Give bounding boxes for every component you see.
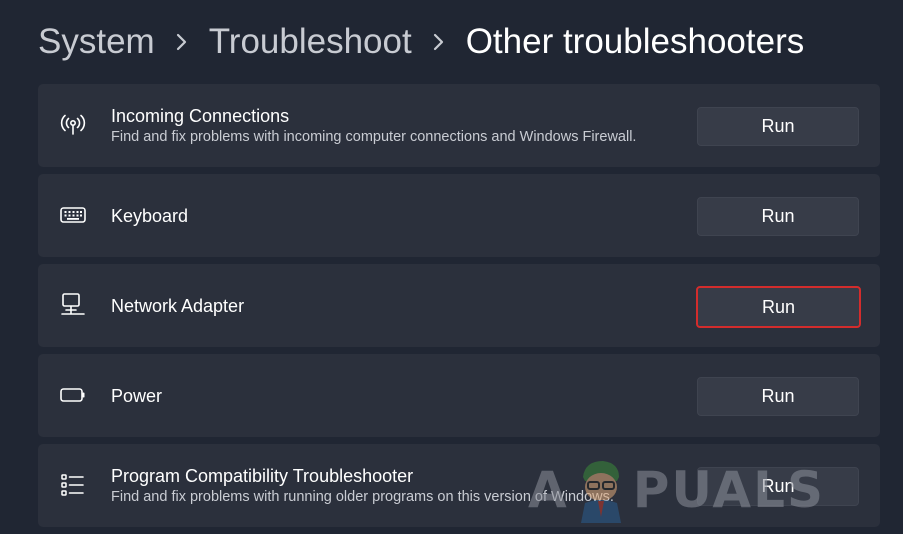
troubleshooter-program-compatibility: Program Compatibility Troubleshooter Fin…	[38, 444, 880, 527]
battery-icon	[60, 382, 86, 408]
checklist-icon	[60, 472, 86, 498]
troubleshooter-text: Network Adapter	[111, 264, 660, 347]
troubleshooter-title: Power	[111, 385, 163, 406]
breadcrumb-troubleshoot[interactable]: Troubleshoot	[209, 22, 412, 62]
troubleshooter-text: Power	[111, 354, 660, 437]
troubleshooter-description: Find and fix problems with running older…	[111, 488, 614, 505]
run-keyboard-button[interactable]: Run	[697, 197, 859, 236]
run-network-adapter-button[interactable]: Run	[696, 286, 861, 328]
keyboard-icon	[60, 202, 86, 228]
chevron-right-icon	[412, 18, 466, 66]
run-power-button[interactable]: Run	[697, 377, 859, 416]
broadcast-icon	[60, 112, 86, 138]
troubleshooter-list: Incoming Connections Find and fix proble…	[38, 84, 880, 534]
breadcrumb-system[interactable]: System	[38, 22, 155, 62]
page-title: Other troubleshooters	[465, 22, 805, 61]
troubleshooter-text: Incoming Connections Find and fix proble…	[111, 84, 660, 167]
network-adapter-icon	[60, 292, 86, 318]
troubleshooter-description: Find and fix problems with incoming comp…	[111, 128, 637, 145]
breadcrumb: System Troubleshoot Other troubleshooter…	[38, 18, 804, 66]
troubleshooter-text: Keyboard	[111, 174, 660, 257]
run-incoming-connections-button[interactable]: Run	[697, 107, 859, 146]
troubleshooter-title: Network Adapter	[111, 295, 245, 316]
troubleshooter-title: Incoming Connections	[111, 105, 290, 126]
troubleshooter-network-adapter: Network Adapter Run	[38, 264, 880, 347]
troubleshooter-incoming-connections: Incoming Connections Find and fix proble…	[38, 84, 880, 167]
troubleshooter-title: Keyboard	[111, 205, 189, 226]
troubleshooter-power: Power Run	[38, 354, 880, 437]
chevron-right-icon	[155, 18, 209, 66]
troubleshooter-title: Program Compatibility Troubleshooter	[111, 465, 414, 486]
troubleshooter-text: Program Compatibility Troubleshooter Fin…	[111, 444, 660, 527]
run-program-compatibility-button[interactable]: Run	[697, 467, 859, 506]
troubleshooter-keyboard: Keyboard Run	[38, 174, 880, 257]
